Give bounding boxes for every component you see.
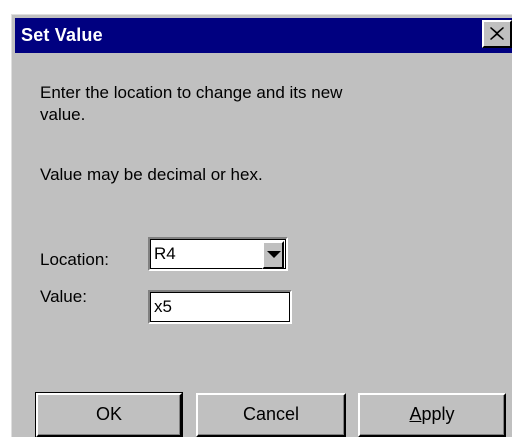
location-selected-value: R4 xyxy=(154,244,176,263)
dialog-title: Set Value xyxy=(21,25,103,45)
close-icon xyxy=(490,27,504,40)
instruction-text: Enter the location to change and its new xyxy=(40,83,343,102)
value-label: Value: xyxy=(40,287,87,306)
cancel-button[interactable]: Cancel xyxy=(196,393,346,437)
ok-button[interactable]: OK xyxy=(35,392,183,437)
title-bar[interactable]: Set Value xyxy=(15,18,512,53)
apply-label-rest: pply xyxy=(421,404,455,424)
set-value-dialog: Set Value Enter the location to change a… xyxy=(11,14,512,437)
location-label: Location: xyxy=(40,250,109,269)
apply-button[interactable]: Apply xyxy=(358,393,506,437)
apply-accelerator: A xyxy=(409,404,422,424)
location-dropdown[interactable]: R4 xyxy=(148,237,288,271)
close-button[interactable] xyxy=(482,20,512,48)
chevron-down-icon xyxy=(267,251,281,258)
location-dropdown-button[interactable] xyxy=(262,241,284,269)
value-input-text: x5 xyxy=(154,297,172,316)
instruction-text-line2: value. xyxy=(40,105,86,124)
value-input[interactable]: x5 xyxy=(148,290,292,324)
value-format-note: Value may be decimal or hex. xyxy=(40,165,263,184)
